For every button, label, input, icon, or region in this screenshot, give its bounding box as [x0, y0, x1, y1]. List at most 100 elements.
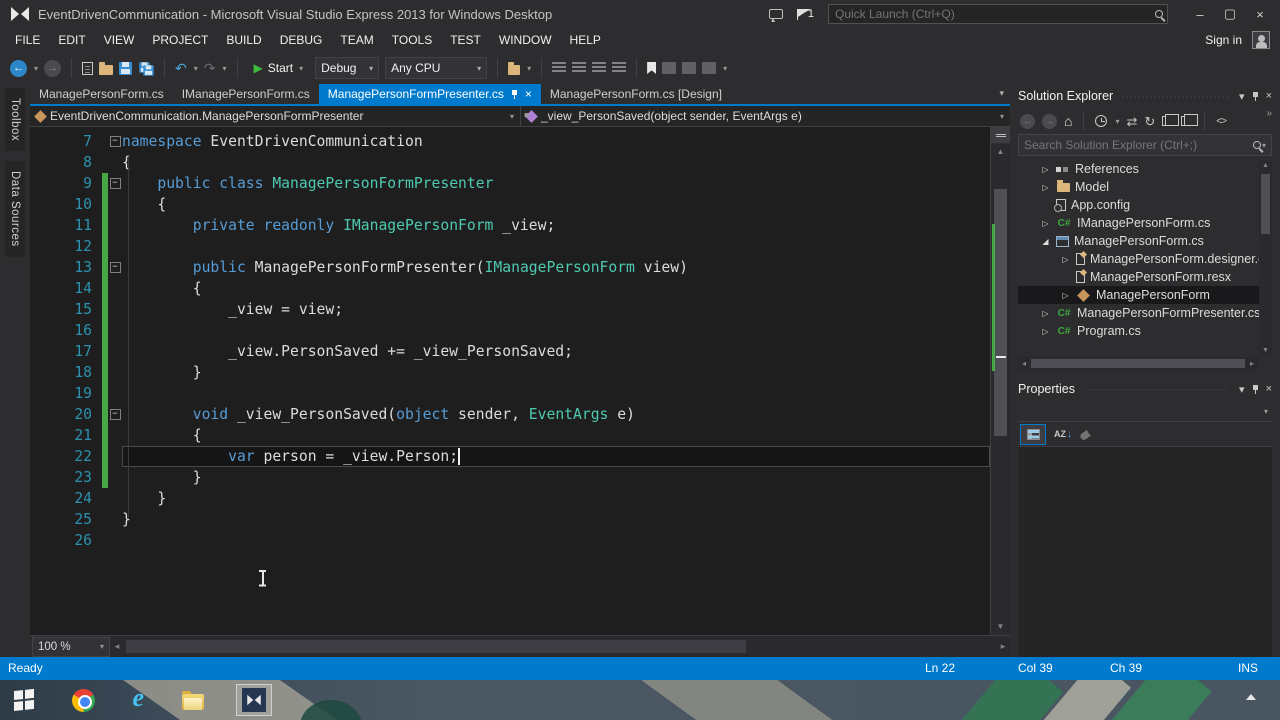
redo-dropdown-icon[interactable]: ▾: [223, 64, 227, 73]
code-text[interactable]: }: [122, 488, 990, 509]
code-line[interactable]: 24 }: [30, 488, 990, 509]
visual-studio-taskbar-button[interactable]: [236, 684, 273, 716]
scroll-right-icon[interactable]: ▸: [996, 636, 1010, 657]
code-line[interactable]: 19: [30, 383, 990, 404]
undo-dropdown-icon[interactable]: ▾: [194, 64, 198, 73]
property-pages-icon[interactable]: [1079, 427, 1094, 441]
tree-item-model[interactable]: ▷ Model: [1018, 178, 1272, 196]
code-line[interactable]: 17 _view.PersonSaved += _view_PersonSave…: [30, 341, 990, 362]
horizontal-scroll-thumb[interactable]: [126, 640, 746, 653]
comment-lines-icon[interactable]: [592, 62, 607, 74]
member-navigation-dropdown[interactable]: _view_PersonSaved(object sender, EventAr…: [520, 106, 1010, 126]
menu-item-tools[interactable]: TOOLS: [383, 29, 441, 51]
auto-hide-pin-icon[interactable]: [1251, 91, 1260, 102]
code-line[interactable]: 11 private readonly IManagePersonForm _v…: [30, 215, 990, 236]
code-text[interactable]: [122, 320, 990, 341]
solution-explorer-search-input[interactable]: [1024, 138, 1253, 152]
navigate-backward-button[interactable]: ←: [10, 59, 27, 77]
tree-item-program-cs[interactable]: ▷ C# Program.cs: [1018, 322, 1272, 340]
find-in-files-icon[interactable]: [508, 61, 521, 75]
document-list-dropdown-icon[interactable]: ▾: [999, 88, 1004, 99]
code-line[interactable]: 23 }: [30, 467, 990, 488]
menu-item-project[interactable]: PROJECT: [143, 29, 217, 51]
filter-dropdown-icon[interactable]: ▾: [1115, 117, 1119, 126]
start-debug-button[interactable]: ▶ Start ▾: [248, 59, 310, 77]
tree-item-managepersonform-cs[interactable]: ◢ ManagePersonForm.cs: [1018, 232, 1272, 250]
code-line[interactable]: 21 {: [30, 425, 990, 446]
se-scroll-up-icon[interactable]: ▲: [1259, 162, 1272, 169]
code-line[interactable]: 13− public ManagePersonFormPresenter(IMa…: [30, 257, 990, 278]
show-all-files-icon[interactable]: [1181, 114, 1199, 126]
se-scroll-down-icon[interactable]: ▼: [1259, 347, 1272, 354]
navigate-backward-dropdown-icon[interactable]: ▾: [34, 64, 38, 73]
menu-item-edit[interactable]: EDIT: [49, 29, 94, 51]
feedback-icon[interactable]: [768, 9, 783, 19]
code-editor[interactable]: 7− namespace EventDrivenCommunication 8{9−…: [30, 127, 1010, 635]
editor-splitter-handle[interactable]: [991, 127, 1010, 144]
code-text[interactable]: }: [122, 509, 990, 530]
code-text[interactable]: public class ManagePersonFormPresenter: [122, 173, 990, 194]
navigate-forward-button[interactable]: →: [44, 59, 62, 77]
se-vertical-scroll-thumb[interactable]: [1261, 174, 1270, 234]
menu-item-window[interactable]: WINDOW: [490, 29, 561, 51]
quick-launch-input[interactable]: [835, 7, 1155, 21]
collapse-all-icon[interactable]: [1162, 114, 1180, 126]
se-scroll-left-icon[interactable]: ◂: [1018, 359, 1030, 368]
type-navigation-dropdown[interactable]: EventDrivenCommunication.ManagePersonFor…: [30, 106, 520, 126]
se-forward-icon[interactable]: →: [1042, 113, 1057, 129]
quick-launch-box[interactable]: [828, 4, 1168, 24]
sign-in-link[interactable]: Sign in: [1205, 33, 1242, 47]
properties-pin-icon[interactable]: [1251, 384, 1260, 395]
code-text[interactable]: {: [122, 194, 990, 215]
panel-splitter[interactable]: [1018, 370, 1272, 377]
open-file-icon[interactable]: [99, 61, 114, 75]
indent-decrease-icon[interactable]: [552, 62, 567, 74]
editor-vertical-scrollbar[interactable]: ▲ ▼: [990, 127, 1010, 635]
menu-item-debug[interactable]: DEBUG: [271, 29, 332, 51]
scroll-down-icon[interactable]: ▼: [991, 619, 1010, 633]
document-tab[interactable]: ManagePersonForm.cs: [30, 84, 173, 104]
code-text[interactable]: [122, 383, 990, 404]
refresh-icon[interactable]: ↻: [1144, 115, 1155, 128]
document-tab[interactable]: ManagePersonForm.cs [Design]: [541, 84, 731, 104]
code-line[interactable]: 14 {: [30, 278, 990, 299]
chrome-icon[interactable]: [71, 688, 95, 712]
save-all-icon[interactable]: [138, 61, 154, 76]
close-button[interactable]: ×: [1246, 3, 1274, 25]
menu-item-build[interactable]: BUILD: [217, 29, 270, 51]
code-text[interactable]: }: [122, 467, 990, 488]
code-text[interactable]: _view = view;: [122, 299, 990, 320]
tree-expander-icon[interactable]: ▷: [1040, 219, 1051, 228]
code-line[interactable]: 7− namespace EventDrivenCommunication: [30, 131, 990, 152]
tree-expander-icon[interactable]: ▷: [1040, 309, 1051, 318]
code-text[interactable]: var person = _view.Person;: [122, 446, 990, 467]
tab-close-icon[interactable]: ×: [525, 87, 532, 101]
previous-bookmark-icon[interactable]: [662, 62, 677, 74]
code-text[interactable]: public ManagePersonFormPresenter(IManage…: [122, 257, 990, 278]
tree-item-managepersonformpresenter-cs[interactable]: ▷ C# ManagePersonFormPresenter.cs: [1018, 304, 1272, 322]
start-button[interactable]: [14, 689, 34, 711]
code-line[interactable]: 8{: [30, 152, 990, 173]
pin-icon[interactable]: [510, 89, 519, 100]
code-line[interactable]: 18 }: [30, 362, 990, 383]
fold-collapse-icon[interactable]: −: [109, 262, 121, 273]
toggle-bookmark-icon[interactable]: [647, 62, 657, 74]
side-tab-toolbox[interactable]: Toolbox: [5, 88, 25, 152]
se-search-dropdown-icon[interactable]: ▾: [1262, 141, 1266, 150]
document-tab[interactable]: IManagePersonForm.cs: [173, 84, 319, 104]
code-text[interactable]: _view.PersonSaved += _view_PersonSaved;: [122, 341, 990, 362]
code-text[interactable]: void _view_PersonSaved(object sender, Ev…: [122, 404, 990, 425]
properties-titlebar[interactable]: Properties ▾ ×: [1018, 377, 1272, 401]
code-line[interactable]: 9− public class ManagePersonFormPresente…: [30, 173, 990, 194]
menu-item-file[interactable]: FILE: [6, 29, 49, 51]
save-icon[interactable]: [119, 61, 133, 75]
tree-item-references[interactable]: ▷ References: [1018, 160, 1272, 178]
next-bookmark-icon[interactable]: [682, 62, 697, 74]
code-line[interactable]: 22 var person = _view.Person;: [30, 446, 990, 467]
solution-configuration-select[interactable]: Debug ▾: [315, 57, 380, 79]
scroll-up-icon[interactable]: ▲: [991, 144, 1010, 158]
internet-explorer-icon[interactable]: e: [133, 685, 145, 711]
tree-item-app-config[interactable]: App.config: [1018, 196, 1272, 214]
code-text[interactable]: namespace EventDrivenCommunication: [122, 131, 990, 152]
se-scroll-right-icon[interactable]: ▸: [1246, 359, 1258, 368]
